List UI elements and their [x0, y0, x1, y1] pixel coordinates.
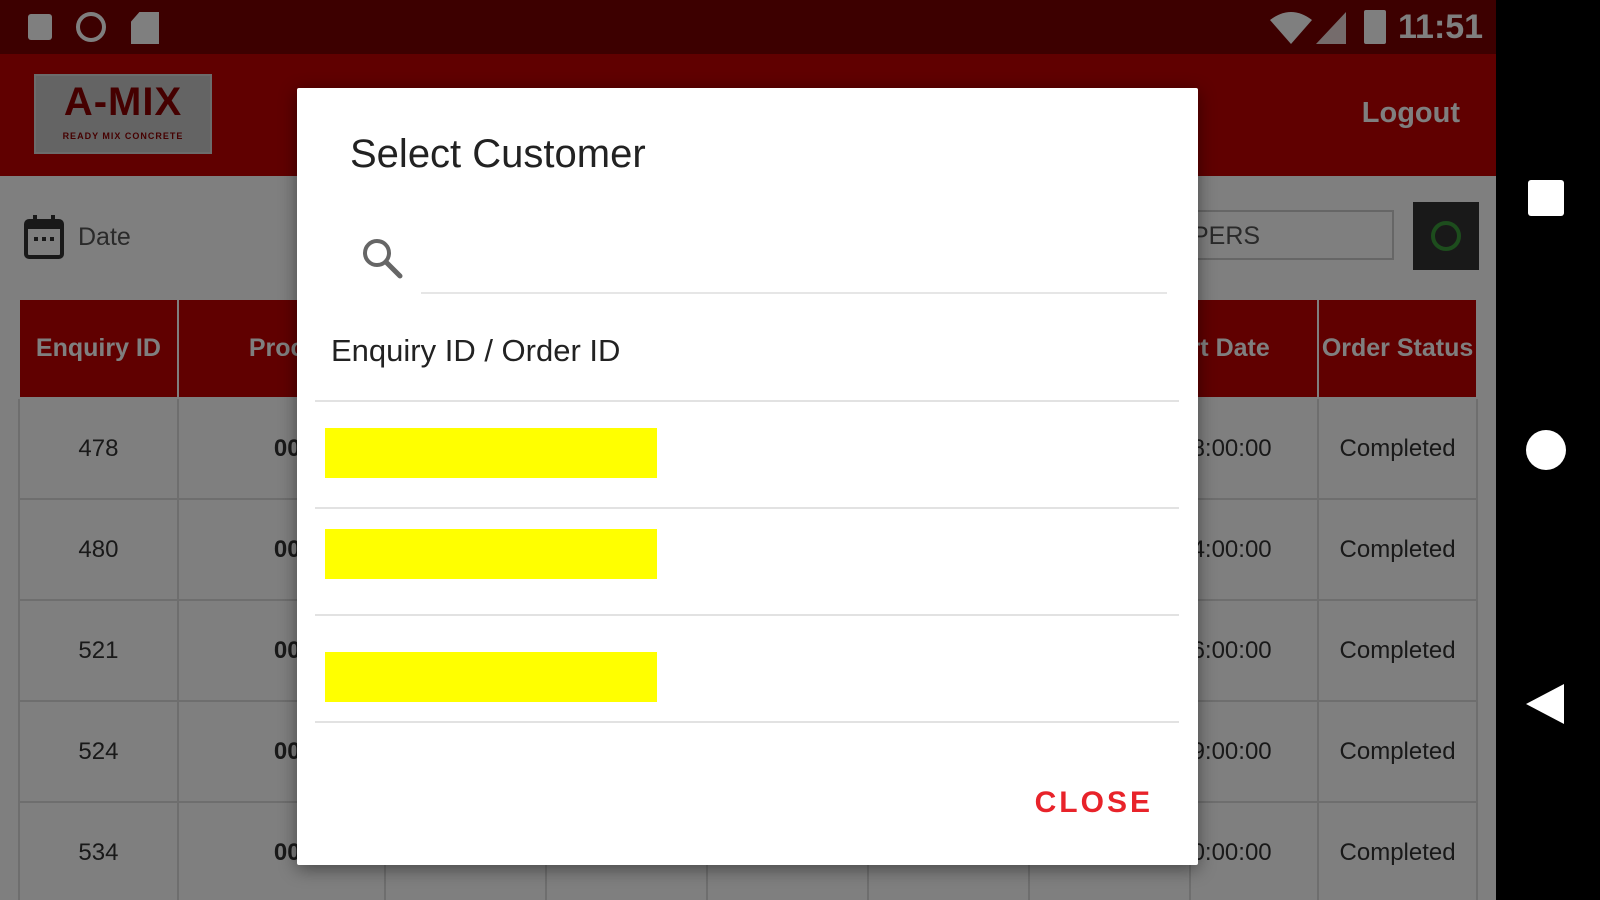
list-item[interactable]: [315, 616, 1179, 723]
dialog-title: Select Customer: [350, 132, 646, 176]
close-button[interactable]: CLOSE: [1035, 786, 1153, 820]
select-customer-dialog: Select Customer Enquiry ID / Order ID CL…: [297, 88, 1198, 865]
redacted-customer-block: [325, 652, 657, 702]
search-icon: [363, 239, 403, 279]
dialog-search-input[interactable]: [421, 248, 1167, 294]
back-button[interactable]: [1526, 684, 1564, 724]
redacted-customer-block: [325, 529, 657, 579]
list-header: Enquiry ID / Order ID: [315, 302, 1179, 402]
redacted-customer-block: [325, 428, 657, 478]
list-header-label: Enquiry ID / Order ID: [331, 333, 621, 368]
list-item[interactable]: [315, 509, 1179, 616]
home-button[interactable]: [1526, 430, 1566, 470]
customer-list: Enquiry ID / Order ID: [315, 302, 1179, 723]
recents-button[interactable]: [1528, 180, 1564, 216]
list-item[interactable]: [315, 402, 1179, 509]
navigation-bar: [1496, 0, 1600, 900]
